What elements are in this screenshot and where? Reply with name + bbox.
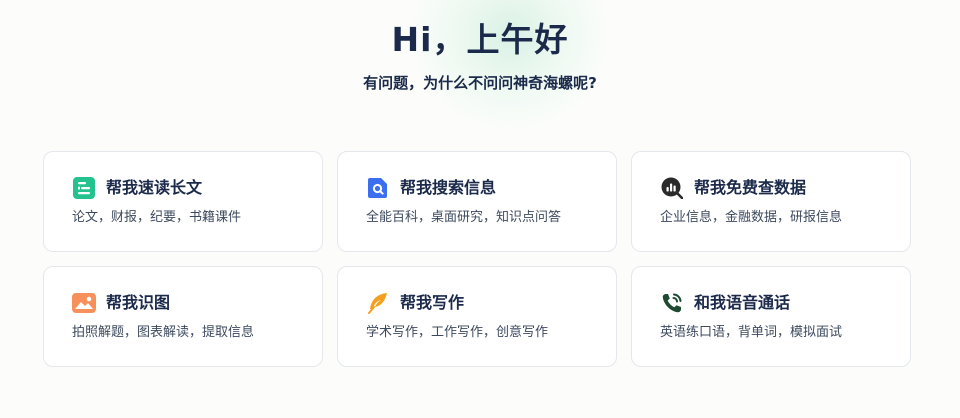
card-title: 帮我免费查数据 <box>694 178 807 197</box>
greeting-title: Hi，上午好 <box>391 20 569 59</box>
hero-section: Hi，上午好 有问题，为什么不问问神奇海螺呢? <box>0 18 960 93</box>
card-search-info[interactable]: 帮我搜索信息 全能百科，桌面研究，知识点问答 <box>337 151 617 252</box>
card-voice-call[interactable]: 和我语音通话 英语练口语，背单词，模拟面试 <box>631 266 911 367</box>
card-title: 帮我搜索信息 <box>400 178 497 197</box>
card-title: 帮我写作 <box>400 293 465 312</box>
card-writing[interactable]: 帮我写作 学术写作，工作写作，创意写作 <box>337 266 617 367</box>
phone-call-icon <box>660 291 684 315</box>
card-image-recognition[interactable]: 帮我识图 拍照解题，图表解读，提取信息 <box>43 266 323 367</box>
card-speed-read[interactable]: 帮我速读长文 论文，财报，纪要，书籍课件 <box>43 151 323 252</box>
image-icon <box>72 291 96 315</box>
card-description: 论文，财报，纪要，书籍课件 <box>72 210 242 225</box>
card-query-data[interactable]: 帮我免费查数据 企业信息，金融数据，研报信息 <box>631 151 911 252</box>
card-title: 帮我速读长文 <box>106 178 203 197</box>
card-description: 学术写作，工作写作，创意写作 <box>366 325 549 340</box>
card-title: 帮我识图 <box>106 293 171 312</box>
card-title: 和我语音通话 <box>694 293 791 312</box>
document-list-icon <box>72 176 96 200</box>
feature-card-grid: 帮我速读长文 论文，财报，纪要，书籍课件 帮我搜索信息 全能百科，桌面研究，知识… <box>43 151 911 367</box>
card-description: 企业信息，金融数据，研报信息 <box>660 210 843 225</box>
card-description: 拍照解题，图表解读，提取信息 <box>72 325 255 340</box>
card-description: 全能百科，桌面研究，知识点问答 <box>366 210 562 225</box>
bar-chart-magnifier-icon <box>660 176 684 200</box>
home-screen: Hi，上午好 有问题，为什么不问问神奇海螺呢? 帮我速读长文 论文，财报，纪要，… <box>0 0 960 418</box>
search-document-icon <box>366 176 390 200</box>
feather-pen-icon <box>366 291 390 315</box>
greeting-subtitle: 有问题，为什么不问问神奇海螺呢? <box>363 74 597 92</box>
card-description: 英语练口语，背单词，模拟面试 <box>660 325 843 340</box>
